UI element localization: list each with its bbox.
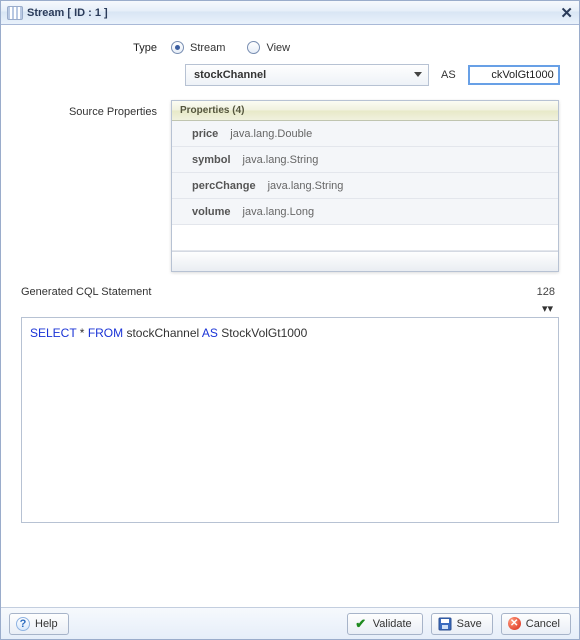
radio-view[interactable] [247,41,260,54]
resize-marks-icon: ▾▾ [542,303,553,315]
property-type: java.lang.Long [243,206,315,218]
cancel-button[interactable]: ✕ Cancel [501,613,571,635]
dropdown-value: stockChannel [194,69,266,81]
help-button[interactable]: ? Help [9,613,69,635]
footer-bar: ? Help ✔ Validate Save ✕ Cancel [1,607,579,639]
save-button[interactable]: Save [431,613,493,635]
cancel-icon: ✕ [508,617,521,630]
source-dropdown[interactable]: stockChannel [185,64,429,86]
validate-label: Validate [373,618,412,630]
property-type: java.lang.String [243,154,319,166]
radio-stream[interactable] [171,41,184,54]
property-row[interactable]: pricejava.lang.Double [172,121,558,147]
grid-header: Properties (4) [172,101,558,121]
property-name: volume [192,206,243,218]
grid-footer [172,251,558,271]
property-name: price [192,128,230,140]
grid-empty-row [172,225,558,251]
help-label: Help [35,618,58,630]
property-row[interactable]: symboljava.lang.String [172,147,558,173]
property-type: java.lang.String [268,180,344,192]
type-label: Type [21,42,171,54]
alias-input[interactable] [468,65,560,85]
validate-button[interactable]: ✔ Validate [347,613,423,635]
cql-star: * [76,326,87,340]
property-row[interactable]: percChangejava.lang.String [172,173,558,199]
chevron-down-icon [414,72,422,77]
floppy-icon [438,617,452,631]
kw-select: SELECT [30,326,76,340]
kw-as: AS [202,326,218,340]
cancel-label: Cancel [526,618,560,630]
property-name: percChange [192,180,268,192]
property-type: java.lang.Double [230,128,312,140]
cql-textarea[interactable]: SELECT * FROM stockChannel AS StockVolGt… [21,317,559,523]
kw-from: FROM [88,326,123,340]
check-icon: ✔ [354,617,368,631]
as-label: AS [439,69,458,81]
cql-source: stockChannel [123,326,202,340]
properties-grid: Properties (4) pricejava.lang.Doublesymb… [171,100,559,272]
window-title: Stream [ ID : 1 ] [27,7,108,19]
stream-icon [7,6,23,20]
source-properties-label: Source Properties [21,100,171,118]
title-bar: Stream [ ID : 1 ] ✕ [1,1,579,25]
close-icon[interactable]: ✕ [560,4,573,22]
save-label: Save [457,618,482,630]
radio-stream-label: Stream [190,42,241,54]
help-icon: ? [16,617,30,631]
property-name: symbol [192,154,243,166]
property-row[interactable]: volumejava.lang.Long [172,199,558,225]
generated-label: Generated CQL Statement [21,286,151,298]
cql-alias: StockVolGt1000 [218,326,307,340]
radio-view-label: View [266,42,306,54]
generated-counter: 128 [537,286,555,298]
